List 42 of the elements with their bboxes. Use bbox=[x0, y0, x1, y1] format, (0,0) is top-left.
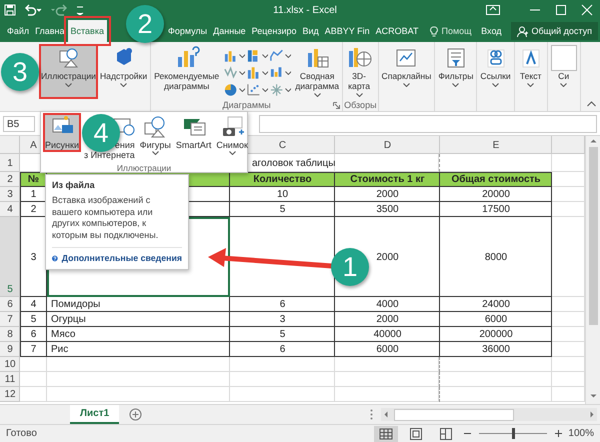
table-cell: 3500 bbox=[335, 202, 440, 217]
group-label: Иллюстрации bbox=[116, 162, 172, 174]
table-cell: 10 bbox=[230, 187, 335, 202]
table-cell: 24000 bbox=[440, 297, 552, 312]
table-cell: Мясо bbox=[47, 327, 230, 342]
column-heading-cell: Стоимость 1 кг bbox=[335, 172, 440, 187]
table-cell: 1 bbox=[20, 187, 47, 202]
table-cell: 4 bbox=[20, 297, 47, 312]
tooltip-title: Из файла bbox=[52, 180, 96, 190]
table-cell: Помидоры bbox=[47, 297, 230, 312]
zoom-level: 100% bbox=[568, 428, 594, 439]
table-cell: 2000 bbox=[335, 187, 440, 202]
group-label: Диаграммы bbox=[222, 99, 271, 111]
table-cell: 6 bbox=[230, 297, 335, 312]
table-cell: 40000 bbox=[335, 327, 440, 342]
tooltip-text: Вставка изображений с вашего компьютера или других компьютеров, к которым вы подключены. bbox=[52, 195, 160, 242]
table-cell: 7 bbox=[20, 342, 47, 357]
table-cell: 6000 bbox=[335, 342, 440, 357]
column-heading-cell: Общая стоимость bbox=[440, 172, 552, 187]
table-cell: 3 bbox=[230, 312, 335, 327]
table-cell: 17500 bbox=[440, 202, 552, 217]
window-title: 11.xlsx - Excel bbox=[272, 4, 338, 16]
status-text: Готово bbox=[6, 428, 37, 439]
column-heading-cell: Количество bbox=[230, 172, 335, 187]
table-cell: 2000 bbox=[335, 312, 440, 327]
table-cell: 8000 bbox=[440, 217, 552, 297]
table-cell: 6000 bbox=[440, 312, 552, 327]
table-cell: 3 bbox=[20, 217, 47, 297]
table-cell: 5 bbox=[230, 327, 335, 342]
table-cell: Огурцы bbox=[47, 312, 230, 327]
table-cell: 2 bbox=[20, 202, 47, 217]
table-cell: 6 bbox=[20, 327, 47, 342]
group-label: Обзоры bbox=[344, 99, 377, 111]
table-cell: 5 bbox=[20, 312, 47, 327]
table-cell: 6 bbox=[230, 342, 335, 357]
table-cell: Рис bbox=[47, 342, 230, 357]
column-heading-cell: № bbox=[20, 172, 47, 187]
table-cell: 4000 bbox=[335, 297, 440, 312]
table-cell: 20000 bbox=[440, 187, 552, 202]
table-cell: 200000 bbox=[440, 327, 552, 342]
table-cell: 5 bbox=[230, 202, 335, 217]
table-cell: 36000 bbox=[440, 342, 552, 357]
